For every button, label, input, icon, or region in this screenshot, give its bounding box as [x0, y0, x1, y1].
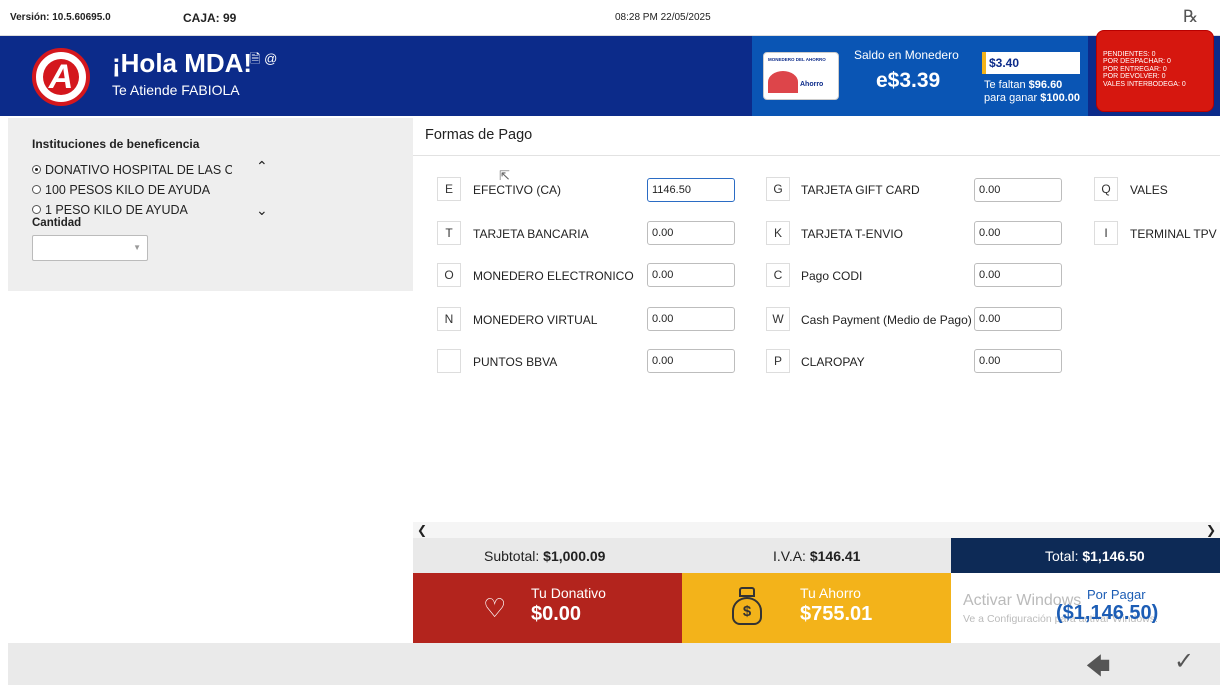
footer-bar: 🡄 ✓	[8, 643, 1220, 685]
back-button[interactable]: 🡄	[1080, 649, 1116, 680]
cash-payment-input[interactable]	[974, 307, 1062, 331]
faltan-text: Te faltan $96.60	[984, 79, 1063, 91]
shortcut-key: W	[766, 307, 790, 331]
radio-icon	[32, 185, 41, 194]
pago-codi-input[interactable]	[974, 263, 1062, 287]
shortcut-key: O	[437, 263, 461, 287]
payment-label: EFECTIVO (CA)	[473, 183, 562, 197]
por-pagar-label: Por Pagar	[1087, 587, 1146, 602]
status-por-devolver: POR DEVOLVER: 0	[1103, 73, 1166, 81]
heart-icon: ♡	[483, 593, 507, 623]
brand-logo: A	[32, 48, 90, 106]
money-bag-icon: $	[730, 587, 764, 627]
gift-card-input[interactable]	[974, 178, 1062, 202]
order-status-panel[interactable]: PENDIENTES: 0 POR DESPACHAR: 0 POR ENTRE…	[1096, 30, 1214, 112]
confirm-button[interactable]: ✓	[1166, 647, 1202, 679]
monedero-virtual-input[interactable]	[647, 307, 735, 331]
iva: I.V.A: $146.41	[773, 548, 861, 564]
charity-option[interactable]: DONATIVO HOSPITAL DE LAS CALIFORNIAS	[32, 163, 232, 177]
shortcut-key: T	[437, 221, 461, 245]
cantidad-select[interactable]: ▼	[32, 235, 148, 261]
shortcut-key: Q	[1094, 177, 1118, 201]
header: A ¡Hola MDA! 🗎 @ Te Atiende FABIOLA MONE…	[0, 30, 1220, 116]
payment-label-vales[interactable]: VALES	[1130, 183, 1168, 197]
ahorro-card: $ Tu Ahorro $755.01	[682, 573, 951, 643]
charity-option[interactable]: 100 PESOS KILO DE AYUDA	[32, 183, 232, 197]
payment-label: PUNTOS BBVA	[473, 355, 558, 369]
efectivo-input[interactable]	[647, 178, 735, 202]
version-label: Versión: 10.5.60695.0	[10, 12, 111, 23]
payment-label: Pago CODI	[801, 269, 863, 283]
shortcut-key: K	[766, 221, 790, 245]
charity-panel: Instituciones de beneficencia DONATIVO H…	[8, 118, 413, 291]
saldo-label: Saldo en Monedero	[854, 48, 959, 62]
contact-icons: 🗎 @	[250, 51, 278, 66]
por-pagar-value: ($1,146.50)	[1056, 602, 1159, 624]
cantidad-label: Cantidad	[32, 217, 82, 229]
status-pendientes: PENDIENTES: 0	[1103, 51, 1156, 58]
radio-selected-icon	[32, 165, 41, 174]
payment-label: MONEDERO ELECTRONICO	[473, 269, 634, 283]
shortcut-key: E	[437, 177, 461, 201]
scroll-left-icon[interactable]: ❮	[417, 523, 427, 537]
total: Total: $1,146.50	[1045, 548, 1145, 564]
monedero-panel: MONEDERO DEL AHORRO Ahorro Saldo en Mone…	[752, 36, 1088, 116]
shortcut-key: G	[766, 177, 790, 201]
payment-label: TARJETA GIFT CARD	[801, 183, 920, 197]
scroll-right-icon[interactable]: ❯	[1206, 523, 1216, 537]
radio-icon	[32, 205, 41, 214]
ahorro-label: Tu Ahorro	[800, 585, 861, 601]
status-vales-interbodega: VALES INTERBODEGA: 0	[1103, 80, 1186, 88]
totals-bar: Subtotal: $1,000.09 I.V.A: $146.41 Total…	[413, 538, 1220, 573]
puntos-value: $3.40	[982, 52, 1080, 74]
datetime-label: 08:28 PM 22/05/2025	[615, 12, 711, 23]
status-por-despachar: POR DESPACHAR: 0	[1103, 58, 1171, 66]
monedero-electronico-input[interactable]	[647, 263, 735, 287]
shortcut-key: N	[437, 307, 461, 331]
payment-label: CLAROPAY	[801, 355, 865, 369]
charity-option[interactable]: 1 PESO KILO DE AYUDA	[32, 203, 232, 217]
donativo-card: ♡ Tu Donativo $0.00	[413, 573, 682, 643]
shortcut-key: I	[1094, 221, 1118, 245]
puntos-bbva-input[interactable]	[647, 349, 735, 373]
checkmark-icon: ✓	[1173, 648, 1195, 675]
ganar-text: para ganar $100.00	[984, 92, 1081, 104]
subtotal: Subtotal: $1,000.09	[484, 548, 606, 564]
dropdown-arrow-icon: ▼	[133, 243, 141, 252]
shortcut-key: P	[766, 349, 790, 373]
claropay-input[interactable]	[974, 349, 1062, 373]
shortcut-key: C	[766, 263, 790, 287]
donativo-label: Tu Donativo	[531, 585, 606, 601]
logo-letter-icon: A	[48, 58, 74, 96]
cashier-name: Te Atiende FABIOLA	[112, 82, 240, 98]
chevron-down-icon[interactable]: ⌄	[256, 202, 268, 219]
monedero-card-image: MONEDERO DEL AHORRO Ahorro	[763, 52, 839, 100]
payment-label: MONEDERO VIRTUAL	[473, 313, 598, 327]
por-pagar-card: Activar Windows Ve a Configuración para …	[951, 573, 1220, 643]
payment-label: Cash Payment (Medio de Pago)	[801, 313, 972, 327]
t-envio-input[interactable]	[974, 221, 1062, 245]
payment-label: TARJETA BANCARIA	[473, 227, 589, 241]
shortcut-key	[437, 349, 461, 373]
mouse-cursor-icon: ⇱	[499, 168, 510, 183]
rx-icon[interactable]: ℞	[1183, 7, 1198, 27]
payment-label-terminal-tpv[interactable]: TERMINAL TPV	[1130, 227, 1217, 241]
divider	[413, 155, 1220, 156]
payment-label: TARJETA T-ENVIO	[801, 227, 904, 241]
top-bar: Versión: 10.5.60695.0 CAJA: 99 08:28 PM …	[0, 0, 1220, 36]
tarjeta-bancaria-input[interactable]	[647, 221, 735, 245]
saldo-value: e$3.39	[876, 69, 941, 92]
status-por-entregar: POR ENTREGAR: 0	[1103, 65, 1167, 73]
chevron-up-icon[interactable]: ⌃	[256, 158, 268, 175]
arrow-left-icon: 🡄	[1085, 653, 1111, 680]
payment-title: Formas de Pago	[425, 127, 533, 143]
greeting: ¡Hola MDA!	[112, 48, 253, 78]
ahorro-value: $755.01	[800, 603, 873, 625]
charity-title: Instituciones de beneficencia	[32, 137, 200, 151]
donativo-value: $0.00	[531, 603, 582, 625]
caja-label: CAJA: 99	[183, 11, 237, 25]
total-box: Total: $1,146.50	[951, 538, 1220, 573]
